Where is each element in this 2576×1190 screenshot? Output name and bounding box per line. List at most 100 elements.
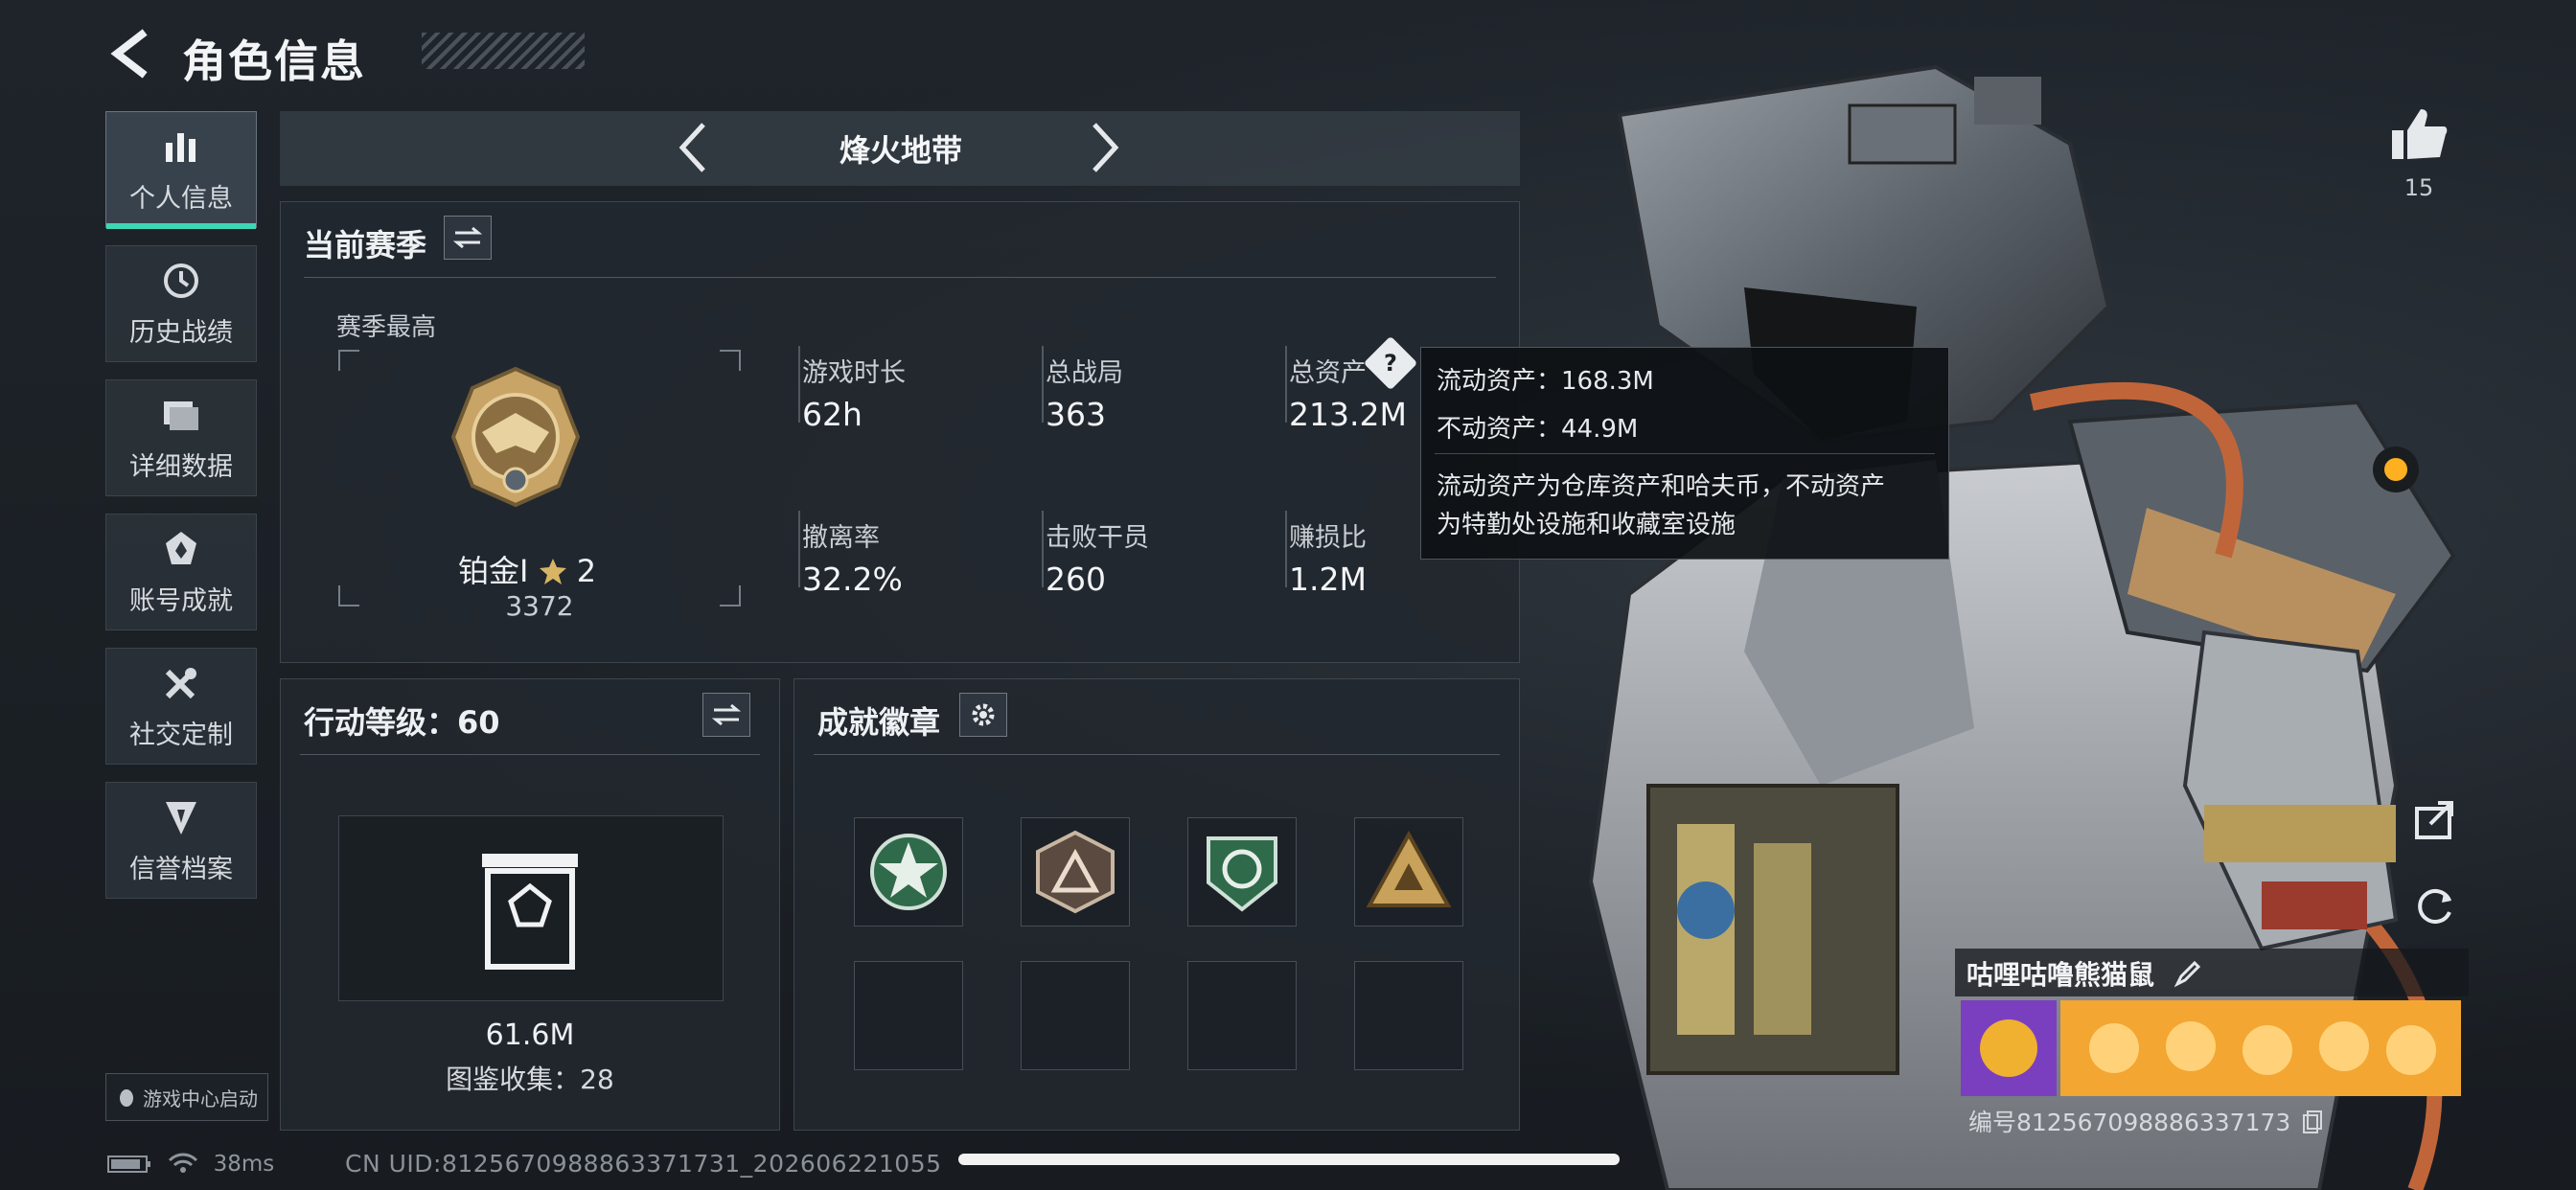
collection-value: 61.6M: [485, 1018, 575, 1052]
frame-corner: [338, 585, 359, 606]
season-best-label: 赛季最高: [336, 313, 437, 342]
rank-name-line: 铂金Ⅰ 2: [458, 547, 596, 591]
mode-title: 烽火地带: [839, 132, 962, 169]
season-switch-button[interactable]: [444, 216, 492, 260]
stat-value: 213.2M: [1289, 396, 1407, 433]
thumbs-up-icon[interactable]: [2388, 105, 2450, 163]
fixed-assets: 不动资产：44.9M: [1437, 415, 1639, 444]
sidebar-item-label: 账号成就: [129, 585, 233, 616]
sidebar-item-label: 个人信息: [129, 183, 233, 214]
achievement-panel: 成就徽章: [794, 678, 1520, 1131]
frame-corner: [720, 585, 741, 606]
edit-pencil-icon[interactable]: [2174, 959, 2202, 988]
sidebar-item-detail-data[interactable]: 详细数据: [105, 379, 257, 496]
badge-slot-empty[interactable]: [854, 961, 963, 1070]
history-clock-icon: [164, 263, 198, 298]
badge-slot[interactable]: [1021, 817, 1130, 927]
stat-label: 赚损比: [1289, 523, 1367, 553]
player-name: 咕哩咕噜熊猫鼠: [1966, 954, 2202, 993]
status-bar: 38ms: [107, 1152, 274, 1177]
sidebar-item-achievements[interactable]: 账号成就: [105, 514, 257, 630]
stat-label: 击败干员: [1046, 523, 1149, 553]
stat-value: 1.2M: [1289, 561, 1367, 598]
player-uid: 编号812567098886337173: [1968, 1104, 2323, 1138]
sidebar-item-personal-info[interactable]: 个人信息: [105, 111, 257, 229]
divider: [798, 346, 800, 423]
swap-arrows-icon: [712, 703, 741, 726]
sidebar-item-social[interactable]: 社交定制: [105, 648, 257, 765]
uid-line: CN UID:8125670988863371731_202606221055: [345, 1150, 942, 1178]
sidebar-item-label: 信誉档案: [129, 854, 233, 884]
divider: [1435, 453, 1935, 454]
sidebar-item-credit[interactable]: 信誉档案: [105, 782, 257, 899]
page-title: 角色信息: [182, 35, 366, 87]
frame-corner: [338, 350, 359, 371]
divider: [798, 511, 800, 587]
stat-label: 游戏时长: [802, 358, 906, 388]
achievement-settings-button[interactable]: [959, 693, 1007, 737]
achievement-badge-icon: [166, 531, 196, 564]
copy-icon[interactable]: [2302, 1110, 2323, 1134]
stat-value: 32.2%: [802, 561, 903, 598]
refresh-icon[interactable]: [2411, 881, 2459, 929]
collection-count: 图鉴收集：28: [446, 1064, 614, 1095]
stat-value: 62h: [802, 396, 862, 433]
divider: [1042, 346, 1044, 423]
badge-slot-empty[interactable]: [1354, 961, 1463, 1070]
achievement-title: 成就徽章: [817, 704, 941, 741]
rank-name: 铂金Ⅰ: [458, 553, 529, 589]
triangle-rank-badge-icon: [1036, 830, 1115, 914]
stat-label: 撤离率: [802, 523, 880, 553]
divider: [814, 754, 1500, 755]
badge-slot[interactable]: [1187, 817, 1297, 927]
collection-case-icon: [482, 854, 578, 970]
stat-label: 总资产: [1289, 358, 1367, 388]
stat-value: 260: [1046, 561, 1106, 598]
player-name-text: 咕哩咕噜熊猫鼠: [1966, 959, 2155, 991]
liquid-assets: 流动资产：168.3M: [1437, 367, 1654, 396]
game-center-button[interactable]: 游戏中心启动: [105, 1073, 268, 1121]
badge-slot[interactable]: [1354, 817, 1463, 927]
folder-icon: [164, 400, 198, 430]
back-arrow-icon[interactable]: [105, 29, 155, 79]
sidebar-item-history[interactable]: 历史战绩: [105, 245, 257, 362]
swap-arrows-icon: [453, 226, 482, 249]
question-mark-icon: ?: [1384, 349, 1397, 377]
sidebar-item-label: 历史战绩: [129, 317, 233, 348]
chevron-left-icon[interactable]: [671, 119, 715, 176]
divider: [1285, 511, 1287, 587]
bar-chart-icon: [166, 132, 196, 162]
stat-value: 363: [1046, 396, 1106, 433]
sidebar-item-label: 社交定制: [129, 720, 233, 750]
sidebar-item-label: 详细数据: [129, 451, 233, 482]
star-icon: [539, 559, 566, 584]
game-center-label: 游戏中心启动: [143, 1087, 258, 1110]
chevron-right-icon[interactable]: [1083, 119, 1127, 176]
wifi-icon: [169, 1153, 198, 1173]
title-decoration: [422, 33, 585, 69]
badge-slot-empty[interactable]: [1187, 961, 1297, 1070]
player-uid-text: 编号812567098886337173: [1968, 1109, 2291, 1136]
divider: [304, 277, 1496, 278]
asset-info-button[interactable]: ?: [1363, 335, 1418, 391]
action-switch-button[interactable]: [702, 693, 750, 737]
tooltip-desc-line: 为特勤处设施和收藏室设施: [1437, 511, 1736, 539]
frame-corner: [720, 350, 741, 371]
badge-slot-empty[interactable]: [1021, 961, 1130, 1070]
rank-stars: 2: [576, 553, 597, 589]
like-count: 15: [2404, 174, 2434, 201]
share-icon[interactable]: [2411, 795, 2459, 843]
home-indicator[interactable]: [958, 1154, 1620, 1165]
rank-score: 3372: [505, 590, 574, 622]
ping-value: 38ms: [213, 1152, 275, 1177]
gold-triangle-badge-icon: [1366, 830, 1452, 907]
action-level-panel: 行动等级：60 61.6M 图鉴收集：28: [280, 678, 780, 1131]
asset-tooltip: 流动资产：168.3M 不动资产：44.9M 流动资产为仓库资产和哈夫币，不动资…: [1420, 347, 1949, 560]
green-star-badge-icon: [870, 834, 947, 910]
tooltip-desc-line: 流动资产为仓库资产和哈夫币，不动资产: [1437, 472, 1886, 501]
badge-slot[interactable]: [854, 817, 963, 927]
divider: [1285, 346, 1287, 423]
divider: [300, 754, 760, 755]
rank-emblem-icon: [450, 366, 581, 508]
divider: [1042, 511, 1044, 587]
